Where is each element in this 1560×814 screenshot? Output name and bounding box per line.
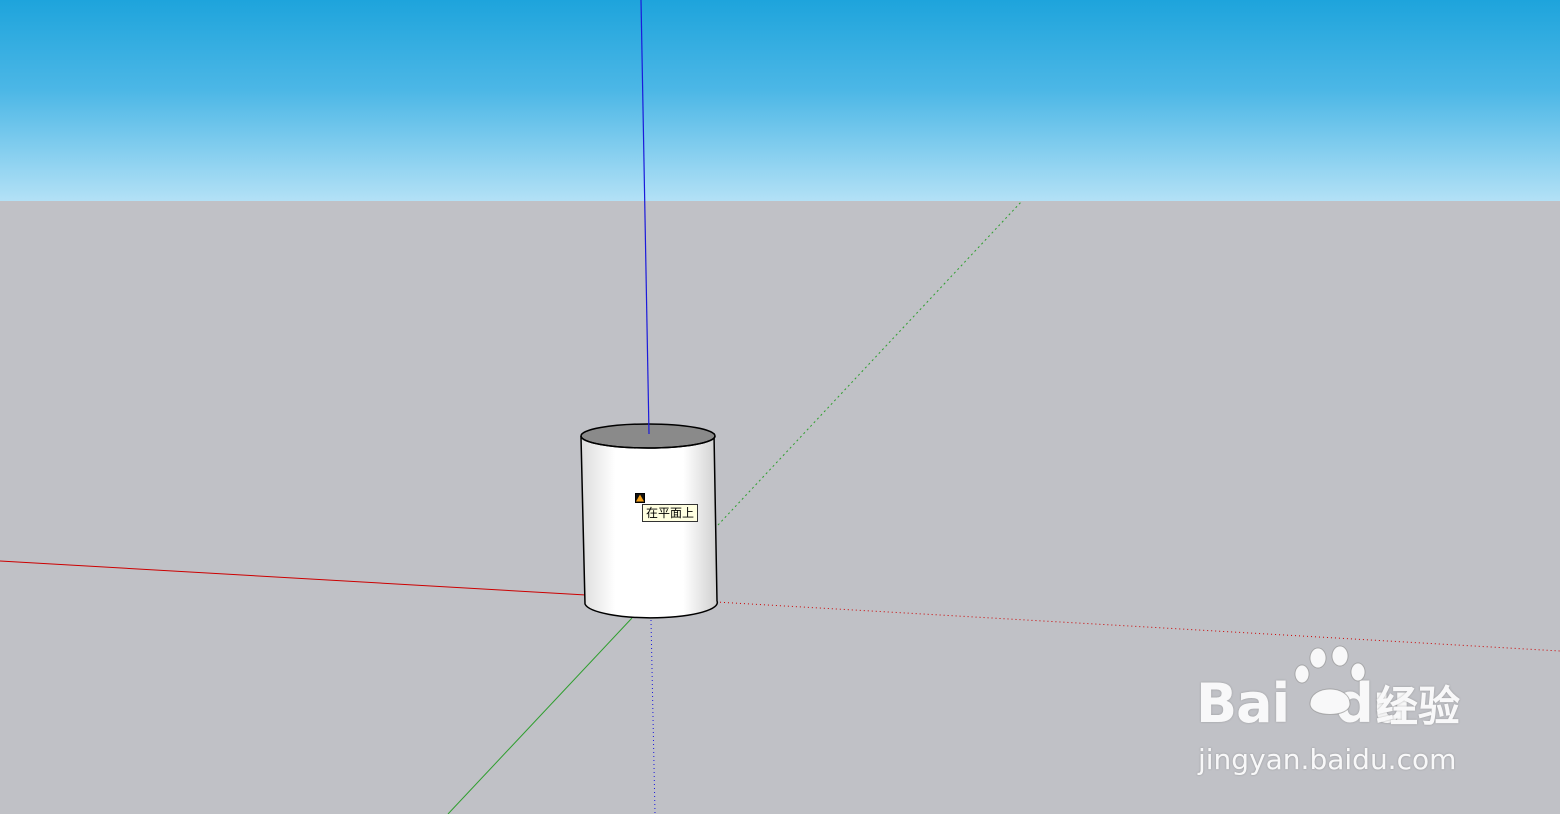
- blue-axis-positive: [640, 0, 650, 435]
- on-face-inference-icon: [635, 493, 645, 503]
- red-axis-negative: [0, 560, 587, 596]
- inference-tooltip: 在平面上: [642, 504, 699, 522]
- cylinder-side-face[interactable]: [580, 433, 719, 619]
- 3d-viewport[interactable]: 在平面上 Bai du 经验 jingyan.baidu.com: [0, 0, 1560, 814]
- watermark-brand-bai: Bai: [1196, 672, 1290, 735]
- watermark-url: jingyan.baidu.com: [1198, 743, 1457, 776]
- blue-axis-negative: [650, 619, 656, 814]
- green-axis-positive: [717, 200, 1023, 526]
- baidu-paw-icon: [1294, 645, 1366, 715]
- baidu-jingyan-watermark: Bai du 经验 jingyan.baidu.com: [1196, 644, 1486, 784]
- green-axis-negative: [447, 617, 633, 814]
- watermark-brand-suffix: 经验: [1376, 682, 1461, 731]
